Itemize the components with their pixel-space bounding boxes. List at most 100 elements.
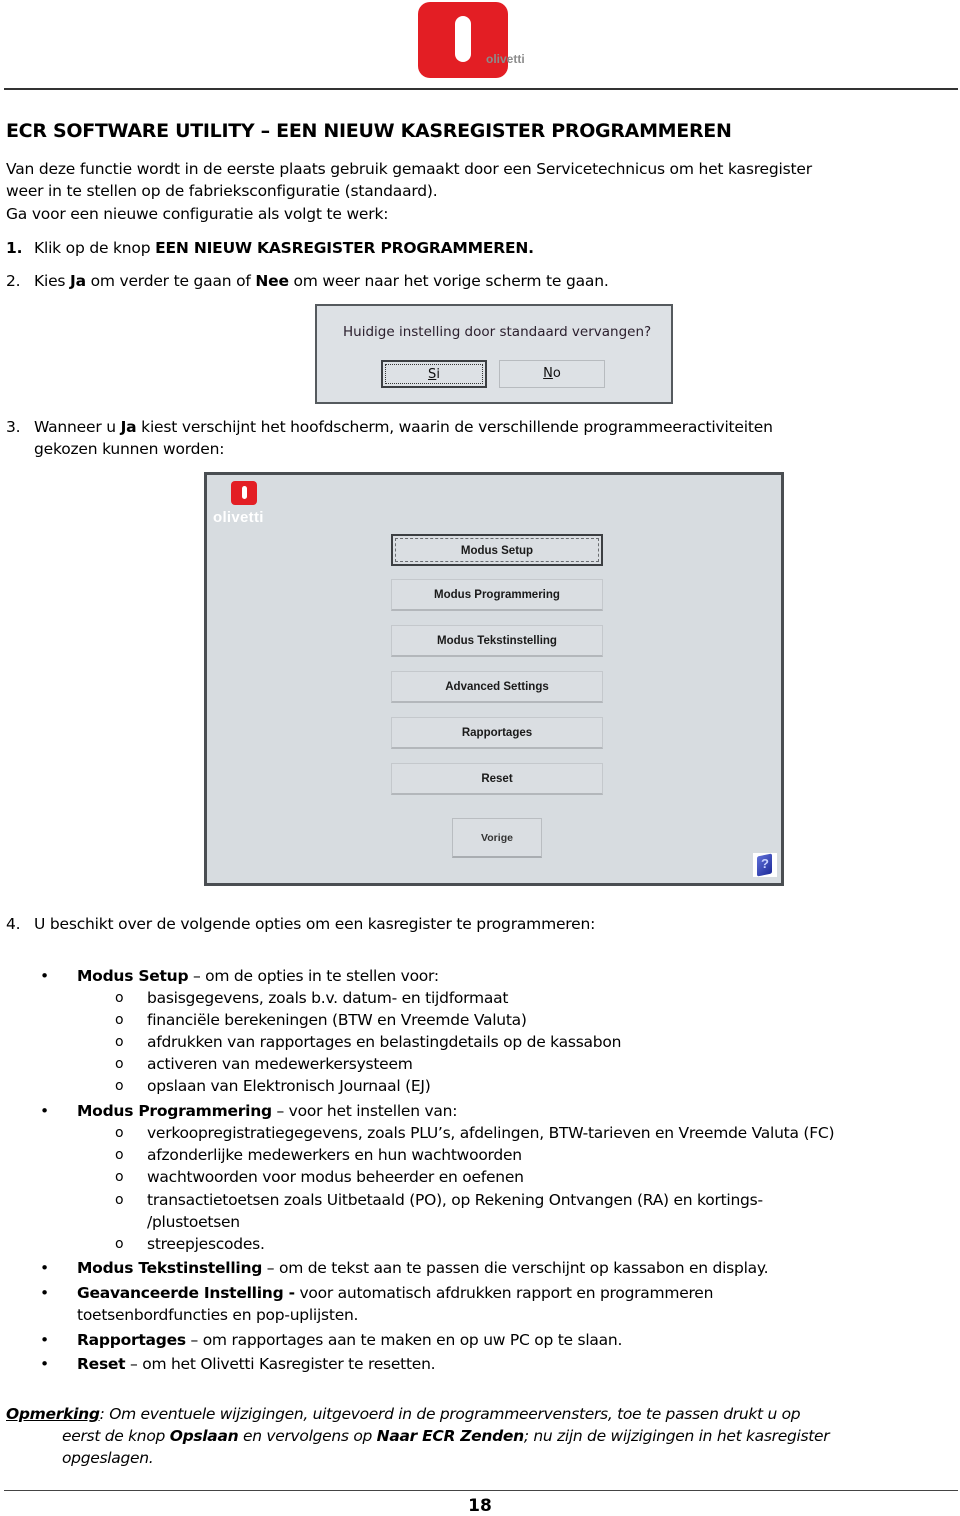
page-number: 18 — [468, 1496, 492, 1516]
intro-line-3: Ga voor een nieuwe configuratie als volg… — [6, 205, 389, 223]
option-title: Modus Tekstinstelling — [77, 1259, 263, 1277]
sub-item-text: opslaan van Elektronisch Journaal (EJ) — [147, 1077, 431, 1095]
circle-bullet-icon: o — [115, 1236, 124, 1252]
circle-bullet-icon: o — [115, 1056, 124, 1072]
option-title: Reset — [77, 1355, 126, 1373]
sub-item-text: transactietoetsen zoals Uitbetaald (PO),… — [147, 1191, 763, 1209]
option-title: Modus Setup — [77, 967, 189, 985]
step-bold-ja: Ja — [120, 418, 137, 436]
note-label: Opmerking — [6, 1405, 100, 1423]
bullet-icon: • — [40, 1259, 49, 1277]
bullet-icon: • — [40, 967, 49, 985]
sub-item-text: /plustoetsen — [147, 1213, 240, 1231]
footer-rule — [4, 1490, 958, 1491]
main-screen-screenshot: olivetti Modus Setup Modus Programmering… — [204, 472, 784, 886]
button-label: Modus Tekstinstelling — [437, 635, 557, 647]
question-mark: ? — [761, 856, 769, 871]
circle-bullet-icon: o — [115, 1169, 124, 1185]
step-text: kiest verschijnt het hoofdscherm, waarin… — [136, 418, 773, 436]
option-desc: – voor het instellen van: — [271, 1102, 458, 1120]
note: Opmerking: Om eventuele wijzigingen, uit… — [6, 1403, 956, 1469]
intro-line-2: weer in te stellen op de fabrieksconfigu… — [6, 182, 438, 200]
option-desc: – om het Olivetti Kasregister te resette… — [125, 1355, 436, 1373]
button-label: Advanced Settings — [445, 681, 549, 693]
logo-white-pill — [242, 486, 247, 499]
step-text: om weer naar het vorige scherm te gaan. — [288, 272, 609, 290]
button-label: Rapportages — [461, 727, 533, 739]
bullet-icon: • — [40, 1102, 49, 1120]
step-text: U beschikt over de volgende opties om ee… — [34, 915, 596, 933]
circle-bullet-icon: o — [115, 1147, 124, 1163]
bullet-icon: • — [40, 1355, 49, 1373]
label-rest: o — [552, 366, 561, 381]
step-1: 1. Klik op de knop EEN NIEUW KASREGISTER … — [6, 237, 534, 259]
sub-item-text: activeren van medewerkersysteem — [147, 1055, 413, 1073]
option-title: Rapportages — [77, 1331, 186, 1349]
button-label: Modus Programmering — [434, 589, 560, 601]
option-desc: – om de tekst aan te passen die verschij… — [262, 1259, 769, 1277]
focus-rect — [385, 364, 483, 384]
olivetti-logo: olivetti — [211, 479, 281, 527]
step-text: om verder te gaan of — [85, 272, 256, 290]
olivetti-logo: olivetti — [418, 2, 542, 78]
page-title: ECR SOFTWARE UTILITY – EEN NIEUW KASREGI… — [6, 120, 732, 142]
circle-bullet-icon: o — [115, 990, 124, 1006]
modus-programmering-button[interactable]: Modus Programmering — [391, 579, 603, 611]
step-number: 1. — [6, 239, 23, 257]
step-number: 3. — [6, 418, 21, 436]
help-book-icon[interactable]: ? — [753, 853, 777, 877]
rapportages-button[interactable]: Rapportages — [391, 717, 603, 749]
step-number: 4. — [6, 915, 21, 933]
mnemonic: N — [543, 366, 553, 381]
step-text: Klik op de knop — [34, 239, 156, 257]
option-desc: – om de opties in te stellen voor: — [188, 967, 439, 985]
dialog-question: Huidige instelling door standaard vervan… — [343, 324, 652, 340]
circle-bullet-icon: o — [115, 1034, 124, 1050]
note-line-3: opgeslagen. — [62, 1449, 154, 1467]
circle-bullet-icon: o — [115, 1012, 124, 1028]
sub-item-text: wachtwoorden voor modus beheerder en oef… — [147, 1168, 524, 1186]
reset-button[interactable]: Reset — [391, 763, 603, 795]
step-3-line-2: gekozen kunnen worden: — [34, 440, 225, 458]
step-text: Wanneer u — [34, 418, 121, 436]
option-desc: – om rapportages aan te maken en op uw P… — [185, 1331, 623, 1349]
circle-bullet-icon: o — [115, 1078, 124, 1094]
modus-tekstinstelling-button[interactable]: Modus Tekstinstelling — [391, 625, 603, 657]
step-bold-nee: Nee — [255, 272, 289, 290]
modus-setup-button[interactable]: Modus Setup — [391, 534, 603, 566]
sub-item-text: basisgegevens, zoals b.v. datum- en tijd… — [147, 989, 509, 1007]
step-2: 2. Kies Ja om verder te gaan of Nee om we… — [6, 270, 609, 292]
note-text: ; nu zijn de wijzigingen in het kasregis… — [523, 1427, 830, 1445]
intro-line-1: Van deze functie wordt in de eerste plaa… — [6, 160, 812, 178]
note-bold-naar-ecr-zenden: Naar ECR Zenden — [376, 1427, 524, 1445]
step-bold-ja: Ja — [70, 272, 86, 290]
button-label: Modus Setup — [460, 545, 534, 557]
sub-item-text: financiële berekeningen (BTW en Vreemde … — [147, 1011, 527, 1029]
sub-item-text: afdrukken van rapportages en belastingde… — [147, 1033, 622, 1051]
button-label: Reset — [481, 773, 513, 785]
note-text: en vervolgens op — [238, 1427, 377, 1445]
note-bold-opslaan: Opslaan — [169, 1427, 239, 1445]
bullet-icon: • — [40, 1284, 49, 1302]
confirm-dialog-screenshot: Huidige instelling door standaard vervan… — [315, 304, 673, 404]
logo-wordmark: olivetti — [486, 52, 525, 66]
circle-bullet-icon: o — [115, 1192, 124, 1208]
advanced-settings-button[interactable]: Advanced Settings — [391, 671, 603, 703]
bullet-icon: • — [40, 1331, 49, 1349]
option-desc: voor automatisch afdrukken rapport en pr… — [294, 1284, 714, 1302]
sub-item-text: afzonderlijke medewerkers en hun wachtwo… — [147, 1146, 522, 1164]
circle-bullet-icon: o — [115, 1125, 124, 1141]
step-number: 2. — [6, 272, 21, 290]
step-3: 3. Wanneer u Ja kiest verschijnt het hoof… — [6, 416, 773, 438]
sub-item-text: streepjescodes. — [147, 1235, 265, 1253]
note-text: : Om eventuele wijzigingen, uitgevoerd i… — [99, 1405, 801, 1423]
step-text: Kies — [34, 272, 71, 290]
vorige-button[interactable]: Vorige — [452, 818, 542, 858]
yes-button[interactable]: Si — [381, 360, 487, 388]
sub-item-text: verkoopregistratiegegevens, zoals PLU’s,… — [147, 1124, 835, 1142]
note-line-2: eerst de knop Opslaan en vervolgens op N… — [6, 1425, 956, 1447]
note-text: eerst de knop — [62, 1427, 170, 1445]
no-button[interactable]: No — [499, 360, 605, 388]
option-desc: toetsenbordfuncties en pop-uplijsten. — [77, 1306, 359, 1324]
header-rule — [4, 88, 958, 90]
